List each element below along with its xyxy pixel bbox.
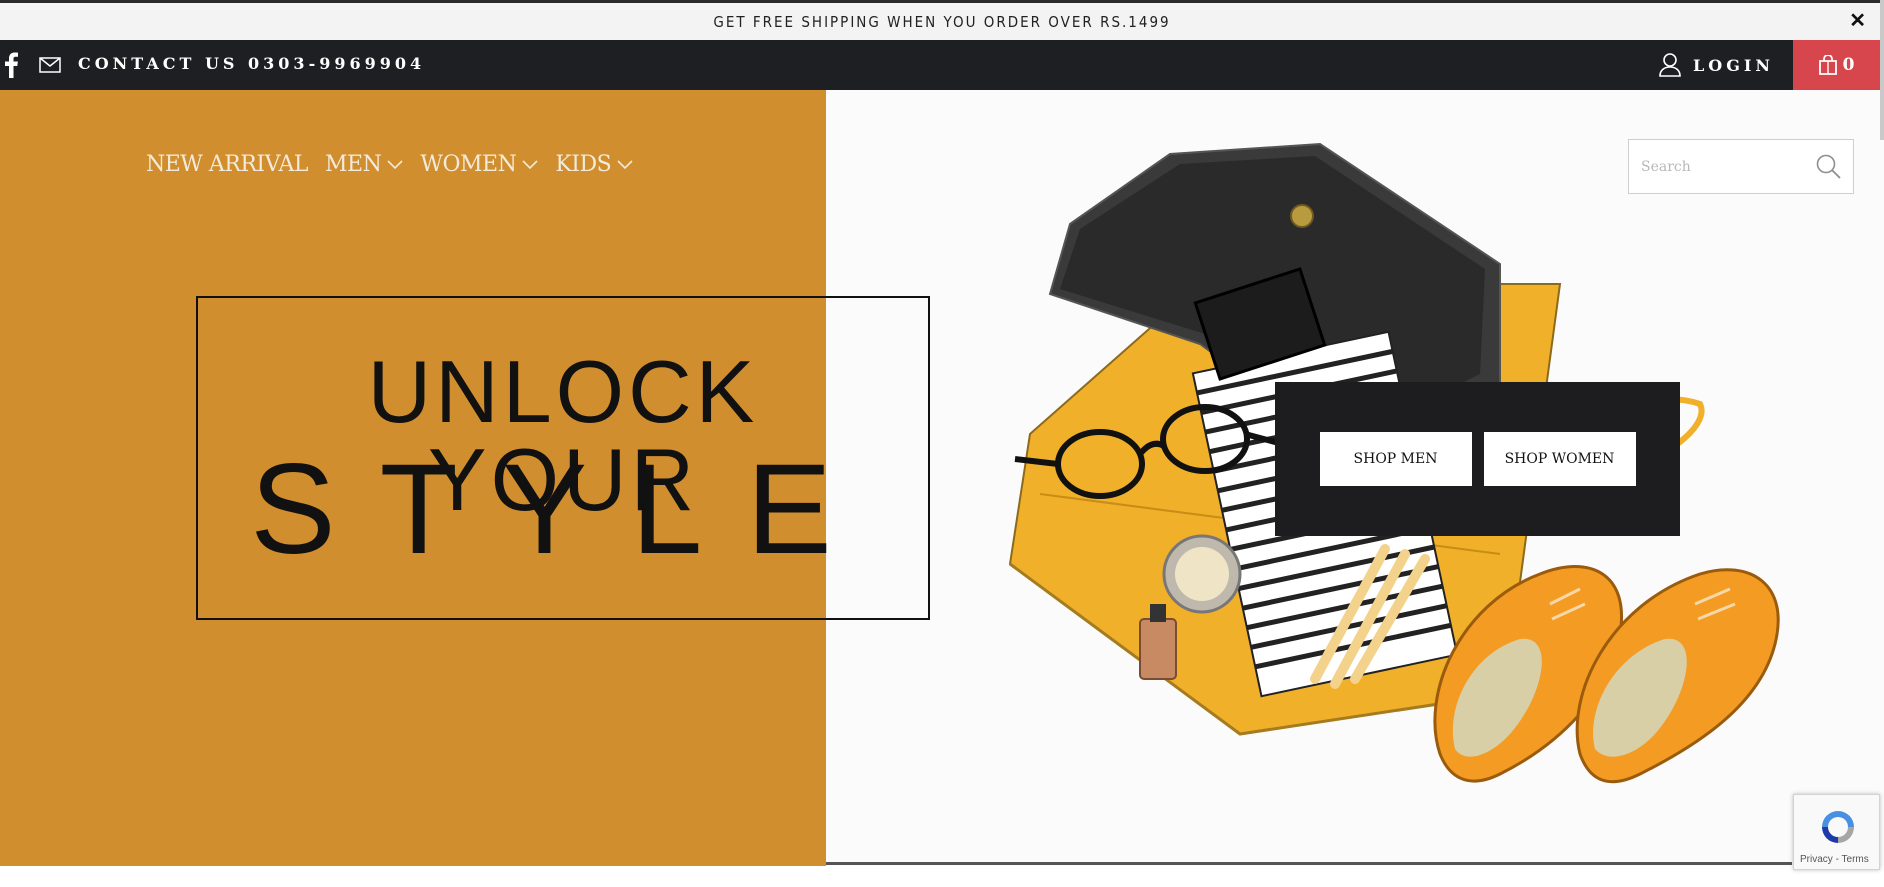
search-icon[interactable] [1815, 153, 1841, 179]
nav-item-label: NEW ARRIVAL [146, 152, 309, 177]
search-input[interactable] [1629, 146, 1799, 187]
shopping-bag-icon [1818, 55, 1837, 75]
privacy-link[interactable]: Privacy [1800, 854, 1833, 865]
nav-item-new-arrival[interactable]: NEW ARRIVAL [146, 152, 309, 177]
headline-line-2: STYLE [250, 438, 876, 581]
close-icon[interactable]: ✕ [1849, 11, 1866, 31]
recaptcha-icon [1822, 811, 1854, 843]
chevron-down-icon [522, 159, 538, 169]
login-link[interactable]: LOGIN [1659, 50, 1774, 80]
cart-count: 0 [1842, 55, 1855, 75]
nav-item-label: WOMEN [420, 152, 517, 177]
nav-item-men[interactable]: MEN [325, 152, 403, 177]
terms-link[interactable]: Terms [1842, 854, 1869, 865]
cart-button[interactable]: 0 [1793, 40, 1880, 90]
mail-icon[interactable] [39, 57, 61, 73]
top-bar: CONTACT US 0303-9969904 LOGIN 0 [0, 40, 1884, 90]
chevron-down-icon [617, 159, 633, 169]
facebook-icon[interactable] [2, 52, 20, 78]
announcement-bar: GET FREE SHIPPING WHEN YOU ORDER OVER RS… [0, 0, 1884, 40]
nav-item-women[interactable]: WOMEN [420, 152, 538, 177]
shop-men-button[interactable]: SHOP MEN [1319, 432, 1472, 486]
login-label: LOGIN [1693, 55, 1774, 75]
recaptcha-separator: - [1832, 854, 1842, 865]
main-nav: NEW ARRIVAL MEN WOMEN KIDS [146, 152, 650, 177]
headline-frame: UNLOCK YOUR STYLE [196, 296, 930, 620]
nav-item-label: MEN [325, 152, 382, 177]
search-box [1628, 139, 1854, 194]
hero-bottom-line [826, 862, 1792, 865]
announcement-text: GET FREE SHIPPING WHEN YOU ORDER OVER RS… [713, 12, 1171, 31]
user-icon [1659, 53, 1681, 77]
hero-banner: NEW ARRIVAL MEN WOMEN KIDS UNLOCK YOUR S… [0, 90, 1884, 866]
nav-item-kids[interactable]: KIDS [555, 152, 633, 177]
shop-women-button[interactable]: SHOP WOMEN [1483, 432, 1636, 486]
contact-phone[interactable]: CONTACT US 0303-9969904 [78, 54, 425, 73]
chevron-down-icon [387, 159, 403, 169]
recaptcha-badge[interactable]: Privacy - Terms [1793, 794, 1880, 870]
shop-panel: SHOP MEN SHOP WOMEN [1275, 382, 1680, 536]
recaptcha-links: Privacy - Terms [1800, 854, 1869, 865]
nav-item-label: KIDS [555, 152, 612, 177]
scrollbar[interactable] [1880, 0, 1884, 140]
